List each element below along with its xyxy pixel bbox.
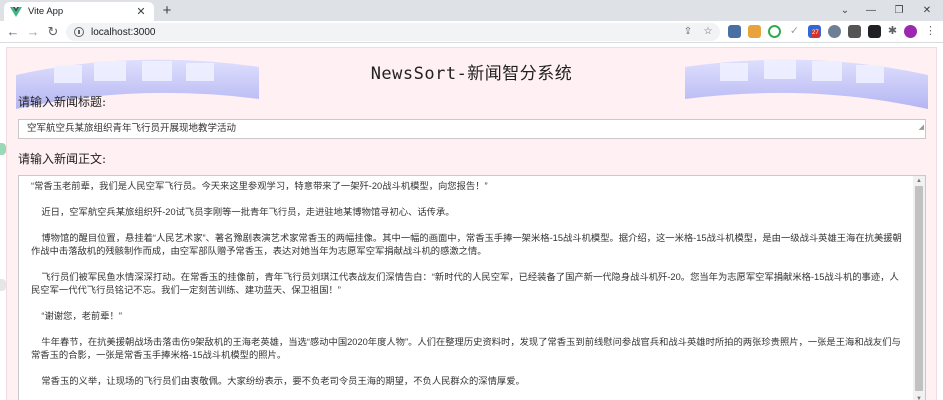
browser-tab[interactable]: Vite App ✕ — [4, 2, 154, 21]
browser-tabstrip: Vite App ✕ + ⌄ — ❐ ✕ — [0, 0, 943, 21]
share-icon[interactable]: ⇪ — [680, 23, 696, 41]
scroll-down-icon[interactable]: ▼ — [913, 394, 925, 400]
window-close-button[interactable]: ✕ — [912, 0, 942, 21]
page-title: NewsSort-新闻智分系统 — [370, 64, 573, 84]
reload-button[interactable]: ↻ — [44, 23, 62, 41]
side-handle-grey[interactable] — [0, 279, 6, 291]
news-title-value: 空军航空兵某旅组织青年飞行员开展现地教学活动 — [27, 123, 237, 134]
site-info-icon[interactable] — [74, 27, 84, 37]
extensions-puzzle-icon[interactable]: ✱ — [886, 25, 899, 38]
scroll-thumb[interactable] — [915, 186, 923, 391]
side-handle-green[interactable] — [0, 143, 6, 155]
news-body-content: “常香玉老前辈，我们是人民空军飞行员。今天来这里参观学习，特意带来了一架歼-20… — [19, 176, 914, 400]
body-paragraph: “谢谢您，老前辈！” — [31, 311, 122, 321]
body-paragraph: 牛年春节，在抗美援朝战场击落击伤9架敌机的王海老英雄，当选“感动中国2020年度… — [31, 337, 901, 360]
scroll-up-icon[interactable]: ▲ — [913, 176, 925, 186]
tab-close-icon[interactable]: ✕ — [134, 5, 148, 18]
body-paragraph: 博物馆的醒目位置，悬挂着“人民艺术家”、著名豫剧表演艺术家常香玉的两幅挂像。其中… — [31, 233, 902, 256]
bookmark-star-icon[interactable]: ☆ — [700, 23, 716, 41]
body-paragraph: 常香玉的义举，让现场的飞行员们由衷敬佩。大家纷纷表示，要不负老司令员王海的期望，… — [31, 376, 525, 386]
tab-title: Vite App — [28, 6, 64, 17]
extension-shield-icon[interactable] — [728, 25, 741, 38]
body-paragraph: 飞行员们被军民鱼水情深深打动。在常香玉的挂像前，青年飞行员刘琪江代表战友们深情告… — [31, 272, 899, 295]
extension-palette-icon[interactable] — [748, 25, 761, 38]
extension-dark-icon[interactable] — [848, 25, 861, 38]
extension-circle-icon[interactable] — [768, 25, 781, 38]
news-body-textarea[interactable]: “常香玉老前辈，我们是人民空军飞行员。今天来这里参观学习，特意带来了一架歼-20… — [18, 175, 926, 400]
news-body-label: 请输入新闻正文: — [18, 152, 107, 166]
back-button[interactable]: ← — [4, 23, 22, 41]
body-scrollbar[interactable]: ▲ ▼ — [913, 176, 925, 400]
forward-button[interactable]: → — [24, 23, 42, 41]
web-page: NewsSort-新闻智分系统 请输入新闻标题: 空军航空兵某旅组织青年飞行员开… — [0, 43, 943, 400]
browser-menu-icon[interactable]: ⋮ — [924, 25, 937, 38]
extension-check-icon[interactable]: ✓ — [788, 25, 801, 38]
address-bar[interactable]: localhost:3000 ⇪ ☆ — [66, 23, 720, 41]
extension-terminal-icon[interactable] — [868, 25, 881, 38]
body-paragraph: 近日，空军航空兵某旅组织歼-20试飞员李刚等一批青年飞行员，走进驻地某博物馆寻初… — [31, 207, 455, 217]
browser-toolbar: ← → ↻ localhost:3000 ⇪ ☆ ✓ 27 ✱ ⋮ — [0, 21, 943, 43]
body-paragraph: “常香玉老前辈，我们是人民空军飞行员。今天来这里参观学习，特意带来了一架歼-20… — [31, 181, 488, 191]
new-tab-button[interactable]: + — [158, 2, 176, 19]
profile-avatar[interactable] — [904, 25, 917, 38]
extension-badge: 27 — [811, 30, 820, 37]
news-title-label: 请输入新闻标题: — [18, 95, 107, 109]
extension-avatar-icon[interactable] — [828, 25, 841, 38]
news-title-input[interactable]: 空军航空兵某旅组织青年飞行员开展现地教学活动 ◢ — [18, 119, 926, 139]
restore-button[interactable]: ❐ — [884, 0, 914, 21]
resize-grip-icon[interactable]: ◢ — [919, 119, 924, 137]
url-text: localhost:3000 — [91, 26, 156, 38]
vue-logo-icon — [10, 6, 22, 18]
minimize-button[interactable]: — — [856, 0, 886, 21]
